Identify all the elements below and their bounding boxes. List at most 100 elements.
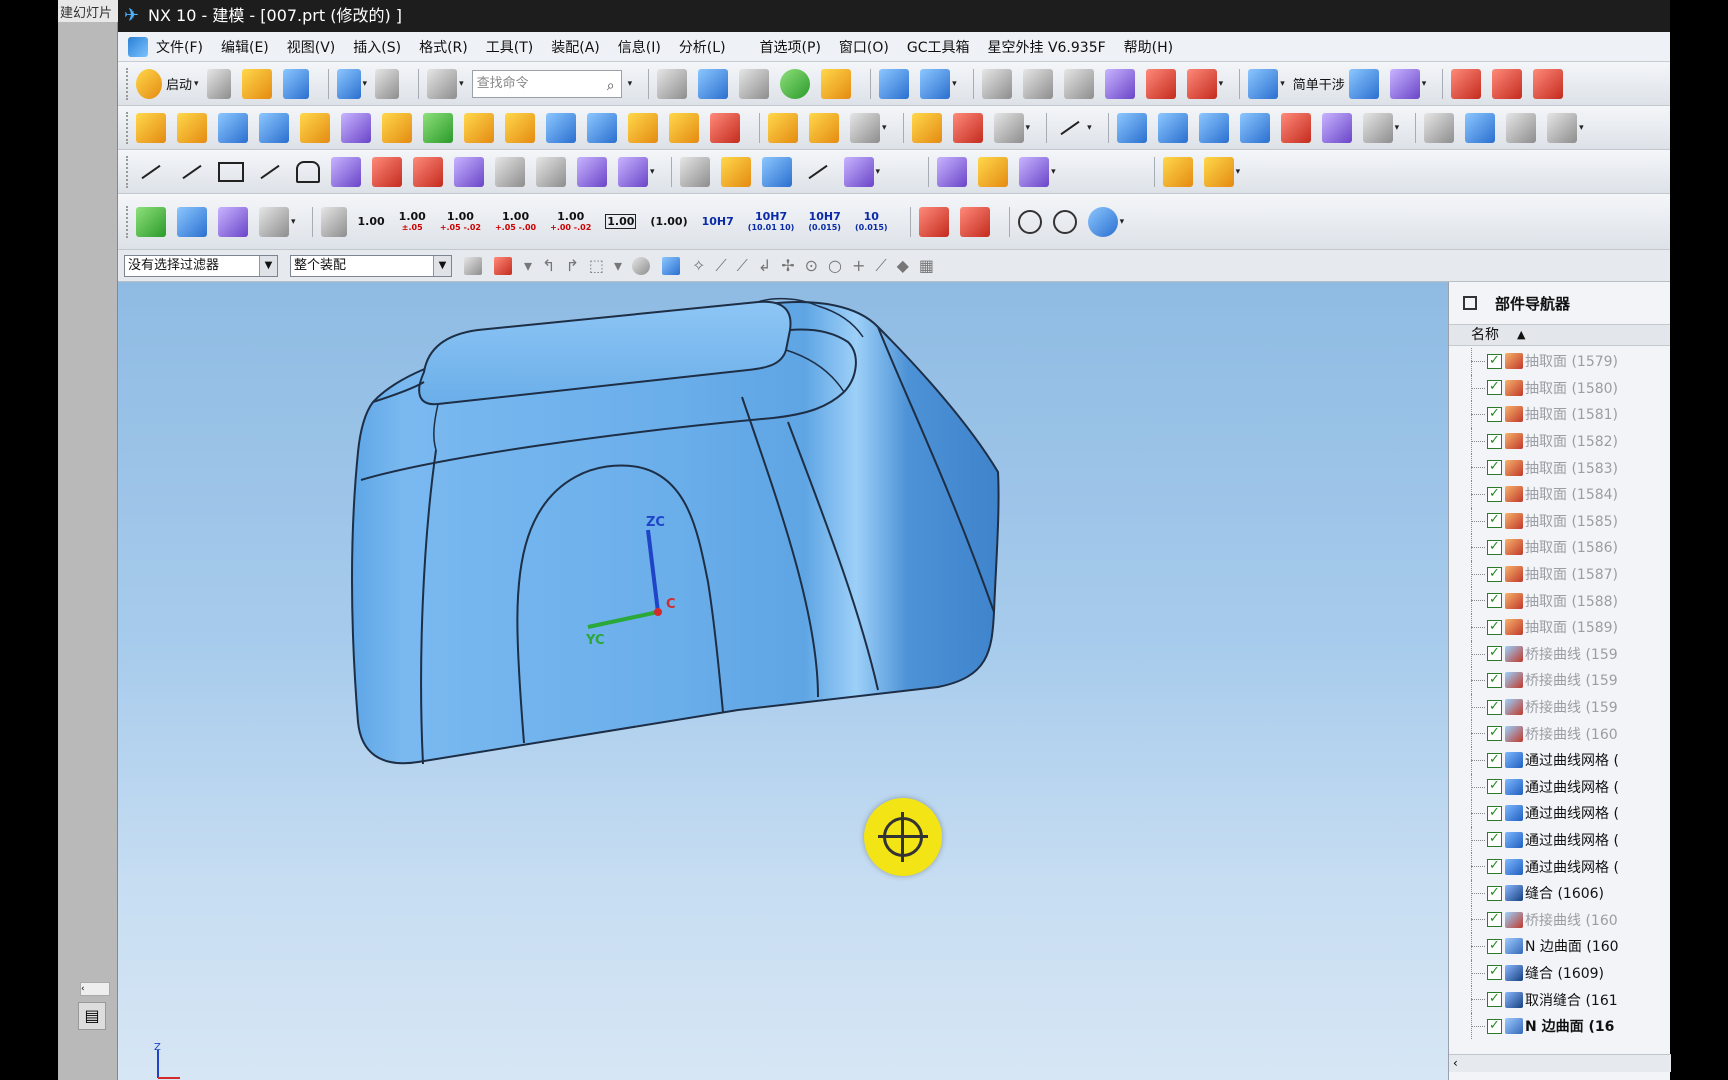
checkbox-checked-icon[interactable]: ✓ — [1487, 752, 1502, 768]
snap-tangent-icon[interactable]: ⟋ — [875, 256, 886, 276]
edge-blend-icon[interactable] — [710, 112, 740, 143]
flange-icon[interactable] — [1019, 156, 1050, 187]
orient-view-icon[interactable] — [879, 68, 910, 99]
feature-tree-row[interactable]: ✓ 抽取面 (1581) — [1449, 401, 1671, 428]
boss-icon[interactable] — [505, 112, 535, 143]
line-icon[interactable] — [136, 157, 166, 187]
check-icon[interactable] — [136, 206, 166, 237]
menu-window[interactable]: 窗口(O) — [839, 37, 889, 57]
toolbar-grip[interactable] — [126, 155, 130, 188]
cylinder-icon[interactable] — [259, 112, 289, 143]
boolean-dropdown-icon[interactable]: ▾ — [882, 123, 887, 133]
rotate-view-icon[interactable] — [920, 68, 951, 99]
layout-icon[interactable] — [427, 68, 458, 99]
assembly-add-icon[interactable] — [1203, 156, 1234, 187]
join-curve-icon[interactable] — [413, 156, 443, 187]
fit-style-2[interactable]: 10H7 (10.01 10) — [748, 211, 795, 233]
menu-gc-toolbox[interactable]: GC工具箱 — [907, 37, 970, 57]
start-dropdown-icon[interactable]: ▾ — [194, 79, 199, 89]
checkbox-checked-icon[interactable]: ✓ — [1487, 672, 1502, 688]
subtract-icon[interactable] — [809, 112, 839, 143]
checkbox-checked-icon[interactable]: ✓ — [1487, 619, 1502, 635]
wcs-dropdown-icon[interactable]: ▾ — [291, 217, 296, 227]
tolerance-style-3[interactable]: 1.00 +.05 -.02 — [440, 211, 481, 233]
dimension-icon[interactable] — [320, 206, 347, 237]
command-search-input[interactable]: 查找命令 ⌕ — [471, 69, 622, 98]
shell-icon[interactable] — [628, 112, 658, 143]
feature-tree-row[interactable]: ✓ N 边曲面 (16 — [1449, 1012, 1671, 1040]
tolerance-style-5[interactable]: 1.00 +.00 -.02 — [550, 211, 591, 233]
table-icon[interactable] — [218, 206, 248, 237]
x-form-icon[interactable] — [1362, 112, 1393, 143]
snap-point-on-curve-icon[interactable]: + — [852, 256, 865, 275]
filter-settings-icon[interactable] — [464, 256, 482, 275]
checkbox-checked-icon[interactable]: ✓ — [1487, 1018, 1502, 1034]
menu-assembly[interactable]: 装配(A) — [551, 37, 600, 57]
chevron-down-icon[interactable]: ▼ — [259, 255, 277, 276]
curve-dropdown-icon[interactable]: ▾ — [650, 167, 655, 177]
assembly-component-icon[interactable] — [1162, 156, 1193, 187]
extract-curve-icon[interactable] — [618, 156, 648, 187]
bridge-curve-icon[interactable] — [372, 156, 402, 187]
extrude-icon[interactable] — [136, 112, 166, 143]
isoparametric-curve-icon[interactable] — [577, 156, 607, 187]
sort-ascending-icon[interactable]: ▲ — [1517, 325, 1525, 345]
checkbox-checked-icon[interactable]: ✓ — [1487, 805, 1502, 821]
tolerance-style-basic[interactable]: 1.00 — [605, 214, 637, 229]
feature-tree-row[interactable]: ✓ 桥接曲线 (159 — [1449, 693, 1671, 721]
unite-icon[interactable] — [768, 112, 798, 143]
feature-tree-row[interactable]: ✓ 抽取面 (1589) — [1449, 613, 1671, 641]
snap-control-icon[interactable]: ↲ — [758, 256, 771, 275]
checkbox-checked-icon[interactable]: ✓ — [1487, 965, 1502, 981]
toolbar-grip[interactable] — [126, 111, 130, 144]
toolbar-grip[interactable] — [126, 67, 130, 100]
toolbar-grip[interactable] — [126, 205, 130, 238]
feature-tree-row[interactable]: ✓ 抽取面 (1588) — [1449, 587, 1671, 614]
checkbox-checked-icon[interactable]: ✓ — [1487, 406, 1502, 422]
arc-icon[interactable] — [177, 157, 207, 187]
intersect-icon[interactable] — [850, 112, 880, 143]
trim-body-icon[interactable] — [911, 112, 942, 143]
block-icon[interactable] — [218, 112, 248, 143]
layout-dropdown-icon[interactable]: ▾ — [459, 79, 464, 89]
project-curve-icon[interactable] — [454, 156, 484, 187]
revolve-icon[interactable] — [177, 112, 207, 143]
left-panel-scroll-arrow[interactable]: ‹ — [80, 982, 110, 996]
type-filter-select[interactable]: 没有选择过滤器 ▼ — [124, 254, 278, 277]
feature-tree-row[interactable]: ✓ 缝合 (1606) — [1449, 879, 1671, 907]
save-icon[interactable] — [282, 68, 309, 99]
fit-style-3[interactable]: 10H7 (0.015) — [808, 211, 841, 233]
curve-ops-dropdown-icon[interactable]: ▾ — [876, 167, 881, 177]
chevron-down-icon[interactable]: ▼ — [433, 255, 451, 276]
sew-icon[interactable] — [993, 112, 1024, 143]
sew-dropdown-icon[interactable]: ▾ — [1026, 123, 1031, 133]
return-icon[interactable] — [1087, 206, 1118, 237]
interference-icon[interactable] — [1248, 68, 1279, 99]
checkbox-checked-icon[interactable]: ✓ — [1487, 779, 1502, 795]
feature-tree-row[interactable]: ✓ 桥接曲线 (160 — [1449, 906, 1671, 933]
feature-tree-row[interactable]: ✓ 通过曲线网格 ( — [1449, 773, 1671, 801]
draft-icon[interactable] — [669, 112, 699, 143]
scope-select[interactable]: 整个装配 ▼ — [290, 254, 452, 277]
leader-note-icon[interactable] — [959, 206, 990, 237]
checkbox-checked-icon[interactable]: ✓ — [1487, 859, 1502, 875]
wrap-curve-icon[interactable] — [679, 156, 710, 187]
checkbox-checked-icon[interactable]: ✓ — [1487, 566, 1502, 582]
tolerance-style-2[interactable]: 1.00 ±.05 — [399, 211, 426, 233]
undo-dropdown-icon[interactable]: ▾ — [363, 79, 368, 89]
snap-endpoint-icon[interactable]: ✧ — [692, 256, 705, 275]
split-body-icon[interactable] — [952, 112, 983, 143]
snap-dropdown-icon[interactable]: ▾ — [524, 256, 532, 275]
interference-dropdown-icon[interactable]: ▾ — [1280, 79, 1285, 89]
box-select-icon[interactable]: ⬚ — [589, 256, 604, 275]
menu-view[interactable]: 视图(V) — [287, 37, 336, 57]
assembly-dropdown-icon[interactable]: ▾ — [1236, 167, 1241, 177]
section-drawing-icon[interactable] — [1547, 112, 1578, 143]
graphics-viewport[interactable]: ZC YC C Z — [118, 282, 1448, 1080]
divide-curve-icon[interactable] — [1492, 68, 1523, 99]
studio-spline-icon[interactable] — [255, 157, 285, 187]
feature-tree-row[interactable]: ✓ 抽取面 (1586) — [1449, 534, 1671, 561]
pmi-dropdown-icon[interactable]: ▾ — [1120, 217, 1125, 227]
view-drawing-icon[interactable] — [1506, 112, 1537, 143]
surface-dropdown-icon[interactable]: ▾ — [1395, 123, 1400, 133]
